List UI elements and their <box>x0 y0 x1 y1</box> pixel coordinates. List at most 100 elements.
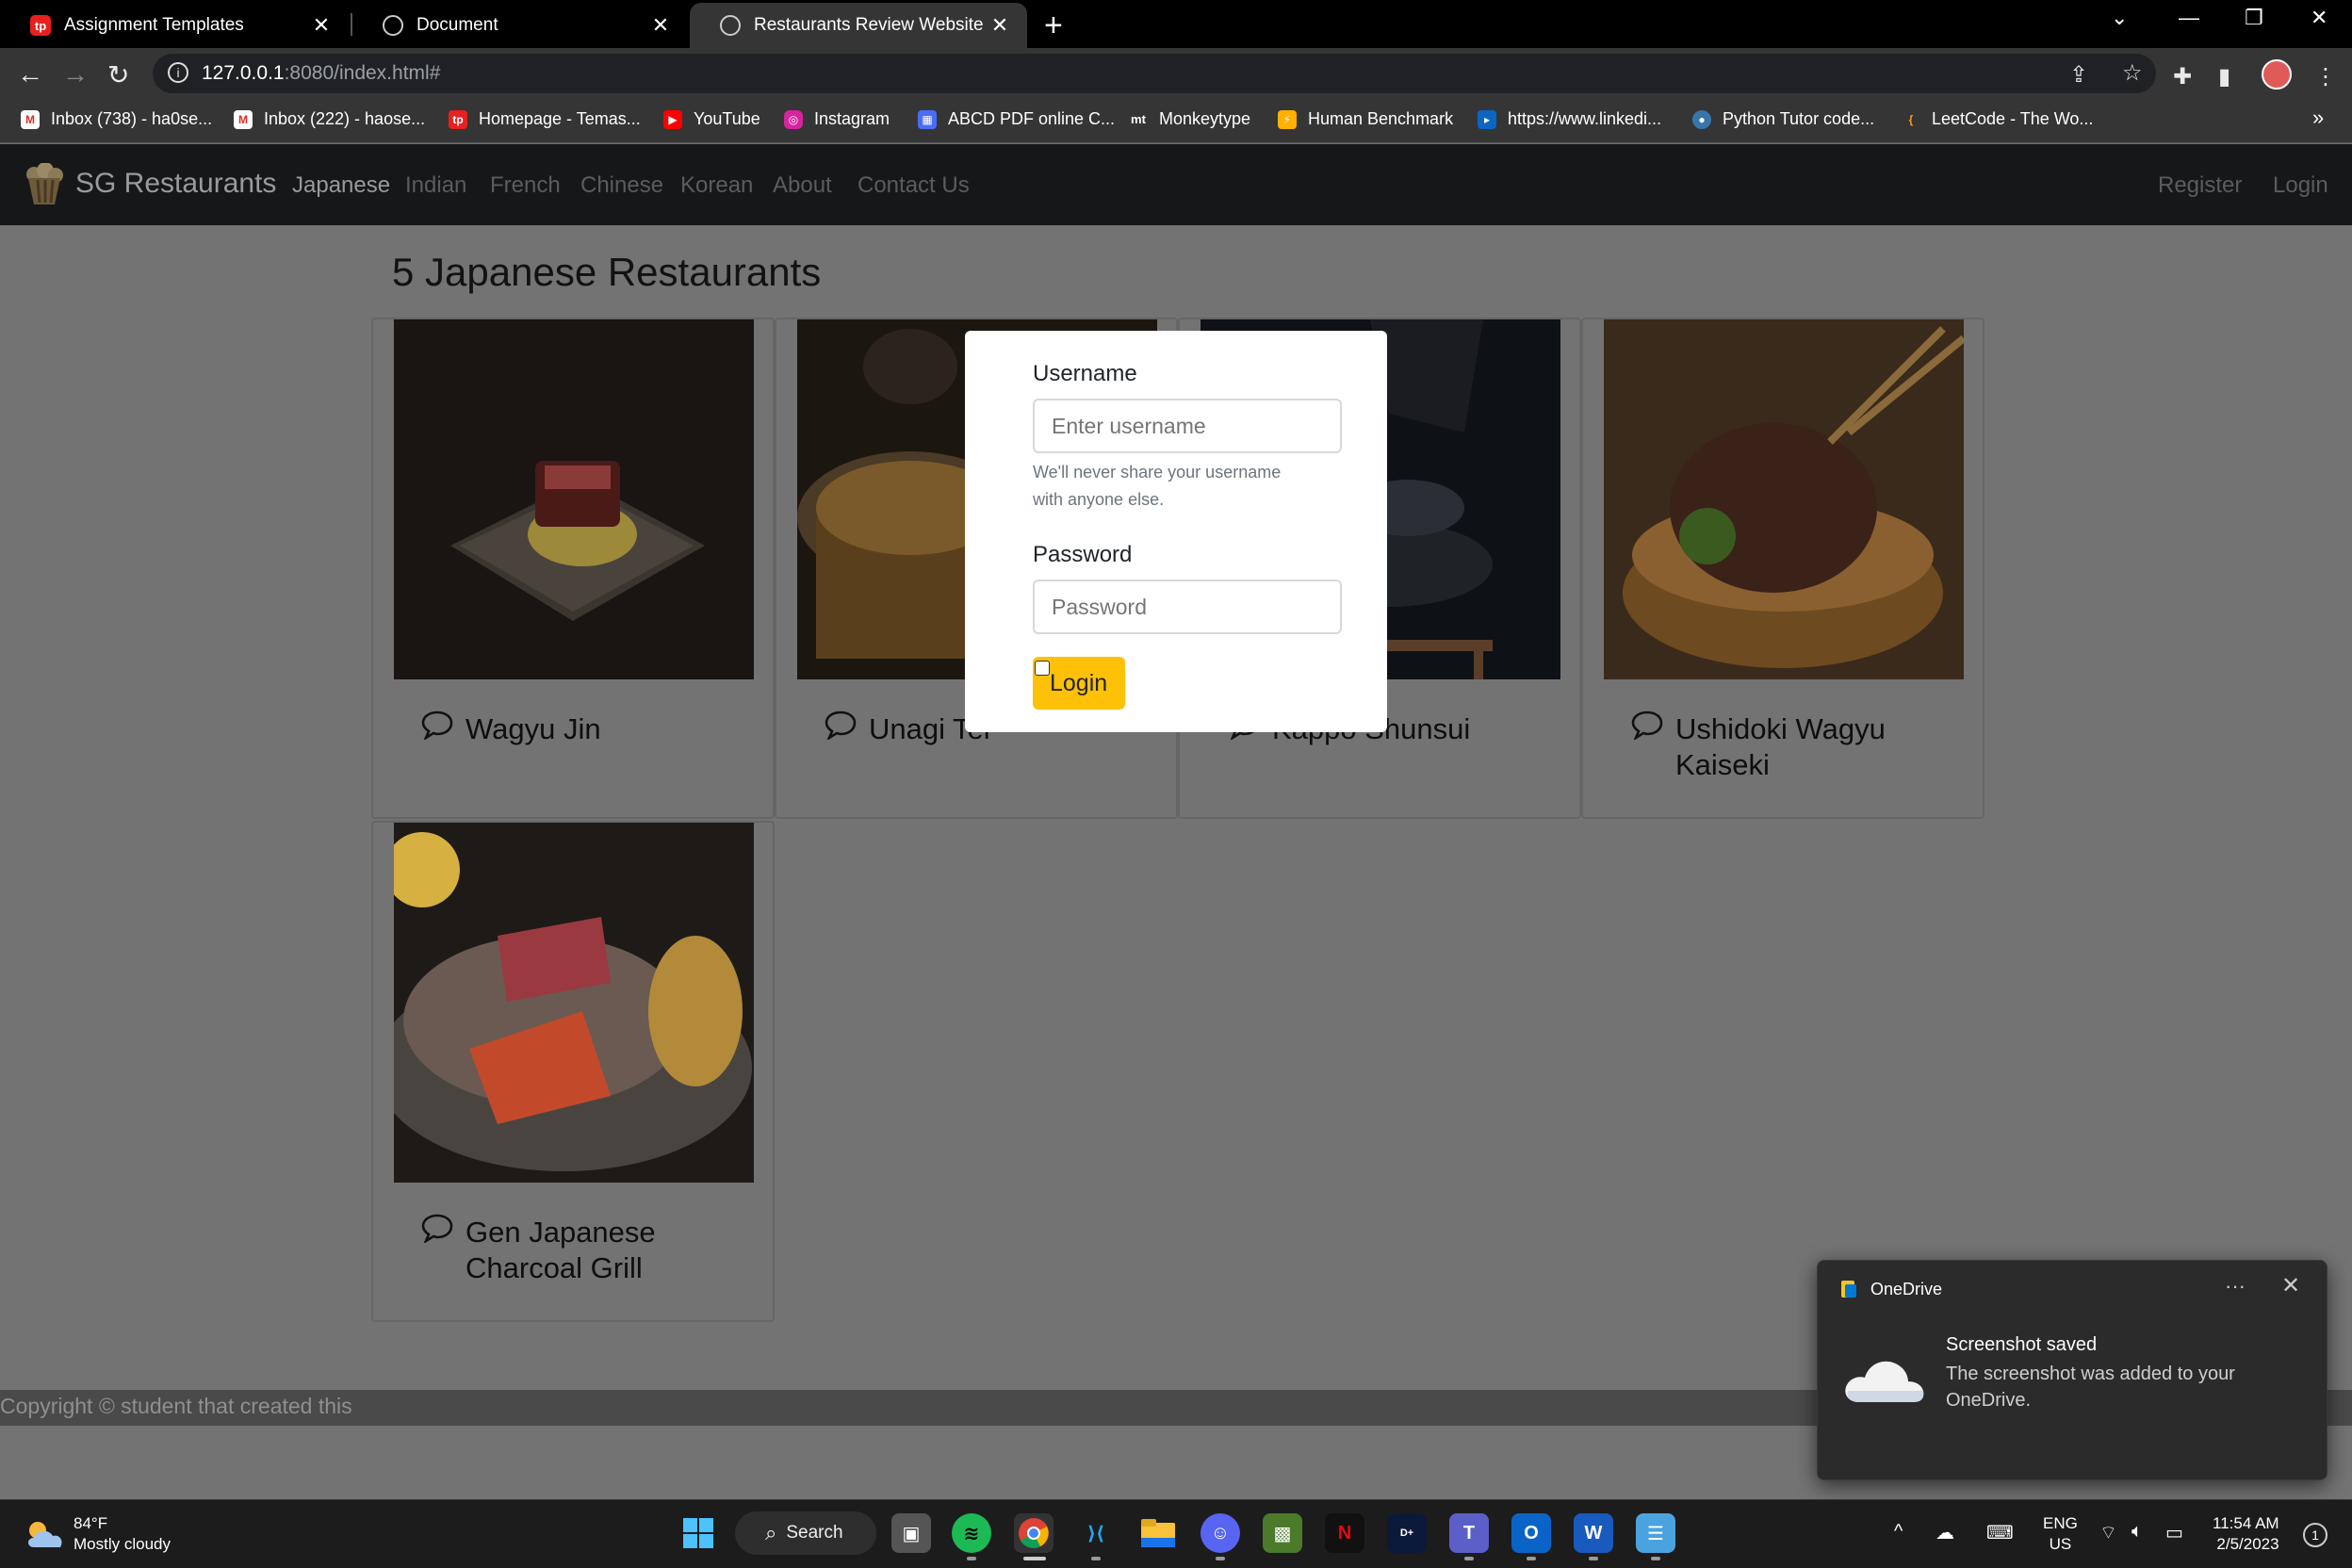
close-tab-icon[interactable]: ✕ <box>646 13 675 38</box>
chevron-up-icon[interactable]: ^ <box>1894 1521 1903 1543</box>
onedrive-tray-icon[interactable]: ☁ <box>1936 1521 1954 1544</box>
chat-bubble-icon <box>1631 710 1663 740</box>
browser-menu-icon[interactable]: ⋮ <box>2314 63 2337 90</box>
close-notification-icon[interactable]: ✕ <box>2281 1272 2300 1299</box>
nav-register[interactable]: Register <box>2158 172 2242 199</box>
login-button[interactable]: Login <box>1033 657 1125 710</box>
nav-korean[interactable]: Korean <box>680 172 753 199</box>
tab-search-chevron-icon[interactable]: ⌄ <box>2111 6 2128 30</box>
restaurant-name-line: Charcoal Grill <box>466 1251 643 1284</box>
weather-widget[interactable]: 84°F Mostly cloudy <box>24 1513 171 1555</box>
bookmarks-bar: M Inbox (738) - ha0se... M Inbox (222) - h… <box>0 100 2352 143</box>
youtube-icon: ▶ <box>663 109 682 129</box>
popcorn-logo-icon <box>26 163 63 204</box>
battery-icon[interactable]: ▭ <box>2165 1521 2183 1544</box>
file-explorer-icon[interactable] <box>1138 1513 1178 1553</box>
extensions-puzzle-icon[interactable]: ✚ <box>2173 63 2192 90</box>
close-tab-icon[interactable]: ✕ <box>307 13 335 38</box>
restaurant-card[interactable]: Gen Japanese Charcoal Grill <box>371 821 775 1322</box>
new-tab-button[interactable]: + <box>1044 8 1063 44</box>
onedrive-notification[interactable]: OneDrive ··· ✕ Screenshot saved The scre… <box>1817 1260 2328 1480</box>
tab-title: Assignment Templates <box>64 15 244 35</box>
restaurant-card[interactable]: Wagyu Jin <box>371 318 775 819</box>
task-view-icon[interactable]: ▣ <box>891 1513 931 1553</box>
username-input[interactable] <box>1033 399 1342 453</box>
bookmark-item[interactable]: ● Python Tutor code... <box>1692 109 1874 129</box>
bookmark-item[interactable]: M Inbox (222) - haose... <box>234 109 425 129</box>
restaurant-card[interactable]: Ushidoki Wagyu Kaiseki <box>1581 318 1984 819</box>
url-text: 127.0.0.1:8080/index.html# <box>202 62 440 85</box>
profile-avatar[interactable] <box>2262 59 2292 90</box>
spotify-icon[interactable]: ≋ <box>952 1513 991 1553</box>
tab-assignment-templates[interactable]: tp Assignment Templates ✕ <box>0 3 349 48</box>
bookmark-item[interactable]: ⚡ Human Benchmark <box>1278 109 1453 129</box>
brand-link[interactable]: SG Restaurants <box>23 163 276 204</box>
vscode-icon[interactable]: ⟩⟨ <box>1076 1513 1116 1553</box>
nav-french[interactable]: French <box>490 172 561 199</box>
netflix-icon[interactable]: N <box>1325 1513 1364 1553</box>
bookmark-item[interactable]: ▸ https://www.linkedi... <box>1478 109 1661 129</box>
forward-icon[interactable]: → <box>62 59 89 90</box>
bookmark-item[interactable]: {LeetCode - The Wo... <box>1902 109 2094 129</box>
active-indicator <box>1023 1557 1046 1560</box>
username-help-text: We'll never share your username with any… <box>1033 463 1282 509</box>
restore-icon[interactable]: ❐ <box>2245 6 2263 30</box>
page-title: 5 Japanese Restaurants <box>392 250 822 294</box>
nav-contact[interactable]: Contact Us <box>858 172 970 199</box>
leetcode-icon: { <box>1908 112 1914 126</box>
clock[interactable]: 11:54 AM 2/5/2023 <box>2213 1513 2279 1555</box>
wifi-icon[interactable]: ⌔ <box>2099 1521 2117 1544</box>
copyright-text: Copyright © student that created this <box>0 1394 352 1418</box>
tab-title: Document <box>416 15 498 35</box>
site-navbar: SG Restaurants Japanese Indian French Ch… <box>0 144 2352 225</box>
outlook-icon[interactable]: O <box>1511 1513 1551 1553</box>
tab-restaurants-review[interactable]: Restaurants Review Website ✕ <box>690 3 1027 48</box>
volume-icon[interactable]: 🔈︎ <box>2132 1521 2143 1543</box>
teams-icon[interactable]: T <box>1449 1513 1489 1553</box>
nav-japanese[interactable]: Japanese <box>292 172 390 199</box>
discord-icon[interactable]: ☺ <box>1200 1513 1240 1553</box>
tab-document[interactable]: Document ✕ <box>352 3 688 48</box>
disney-plus-icon[interactable]: D+ <box>1387 1513 1427 1553</box>
notepad-icon[interactable]: ☰ <box>1636 1513 1675 1553</box>
bookmark-label: Monkeytype <box>1159 109 1251 128</box>
nav-chinese[interactable]: Chinese <box>580 172 663 199</box>
taskbar-search[interactable]: ⌕ Search <box>735 1511 876 1555</box>
address-toolbar: ← → ↻ i 127.0.0.1:8080/index.html# ⇪ ☆ ✚… <box>0 48 2352 100</box>
word-icon[interactable]: W <box>1574 1513 1613 1553</box>
close-window-icon[interactable]: ✕ <box>2311 6 2328 30</box>
pdf-icon: ▦ <box>918 109 937 129</box>
site-info-icon[interactable]: i <box>168 62 188 83</box>
windows-start-icon[interactable] <box>678 1513 718 1553</box>
minecraft-icon[interactable]: ▩ <box>1263 1513 1302 1553</box>
minimize-icon[interactable]: — <box>2179 6 2199 30</box>
more-options-icon[interactable]: ··· <box>2225 1274 2246 1298</box>
password-input[interactable] <box>1033 580 1342 634</box>
back-icon[interactable]: ← <box>17 59 43 90</box>
keyboard-icon[interactable]: ⌨ <box>1986 1521 2014 1544</box>
nav-about[interactable]: About <box>773 172 832 199</box>
language-indicator[interactable]: ENG US <box>2043 1513 2078 1555</box>
share-icon[interactable]: ⇪ <box>2069 61 2088 89</box>
bookmark-item[interactable]: tp Homepage - Temas... <box>449 109 641 129</box>
weather-temp: 84°F <box>74 1514 108 1532</box>
bookmark-item[interactable]: ▦ ABCD PDF online C... <box>918 109 1115 129</box>
restaurant-name-line: Gen Japanese <box>466 1216 656 1249</box>
nav-login[interactable]: Login <box>2273 172 2328 199</box>
restaurant-photo <box>394 319 754 679</box>
bookmark-item[interactable]: ▶ YouTube <box>663 109 760 129</box>
bookmark-item[interactable]: mt Monkeytype <box>1129 109 1250 129</box>
reload-icon[interactable]: ↻ <box>107 59 129 90</box>
side-panel-icon[interactable]: ▮ <box>2218 63 2230 90</box>
chrome-icon[interactable] <box>1014 1513 1054 1553</box>
bookmark-item[interactable]: ◎ Instagram <box>784 109 890 129</box>
notification-center-icon[interactable]: 1 <box>2303 1523 2328 1547</box>
bookmark-item[interactable]: M Inbox (738) - ha0se... <box>21 109 212 129</box>
address-bar[interactable]: i 127.0.0.1:8080/index.html# ⇪ ☆ <box>153 54 2156 93</box>
close-tab-icon[interactable]: ✕ <box>986 13 1014 38</box>
remember-checkbox[interactable] <box>1035 661 1050 676</box>
bookmark-star-icon[interactable]: ☆ <box>2122 59 2143 87</box>
nav-indian[interactable]: Indian <box>405 172 466 199</box>
bookmark-label: Human Benchmark <box>1308 109 1454 128</box>
bookmarks-overflow-icon[interactable]: » <box>2312 106 2324 130</box>
